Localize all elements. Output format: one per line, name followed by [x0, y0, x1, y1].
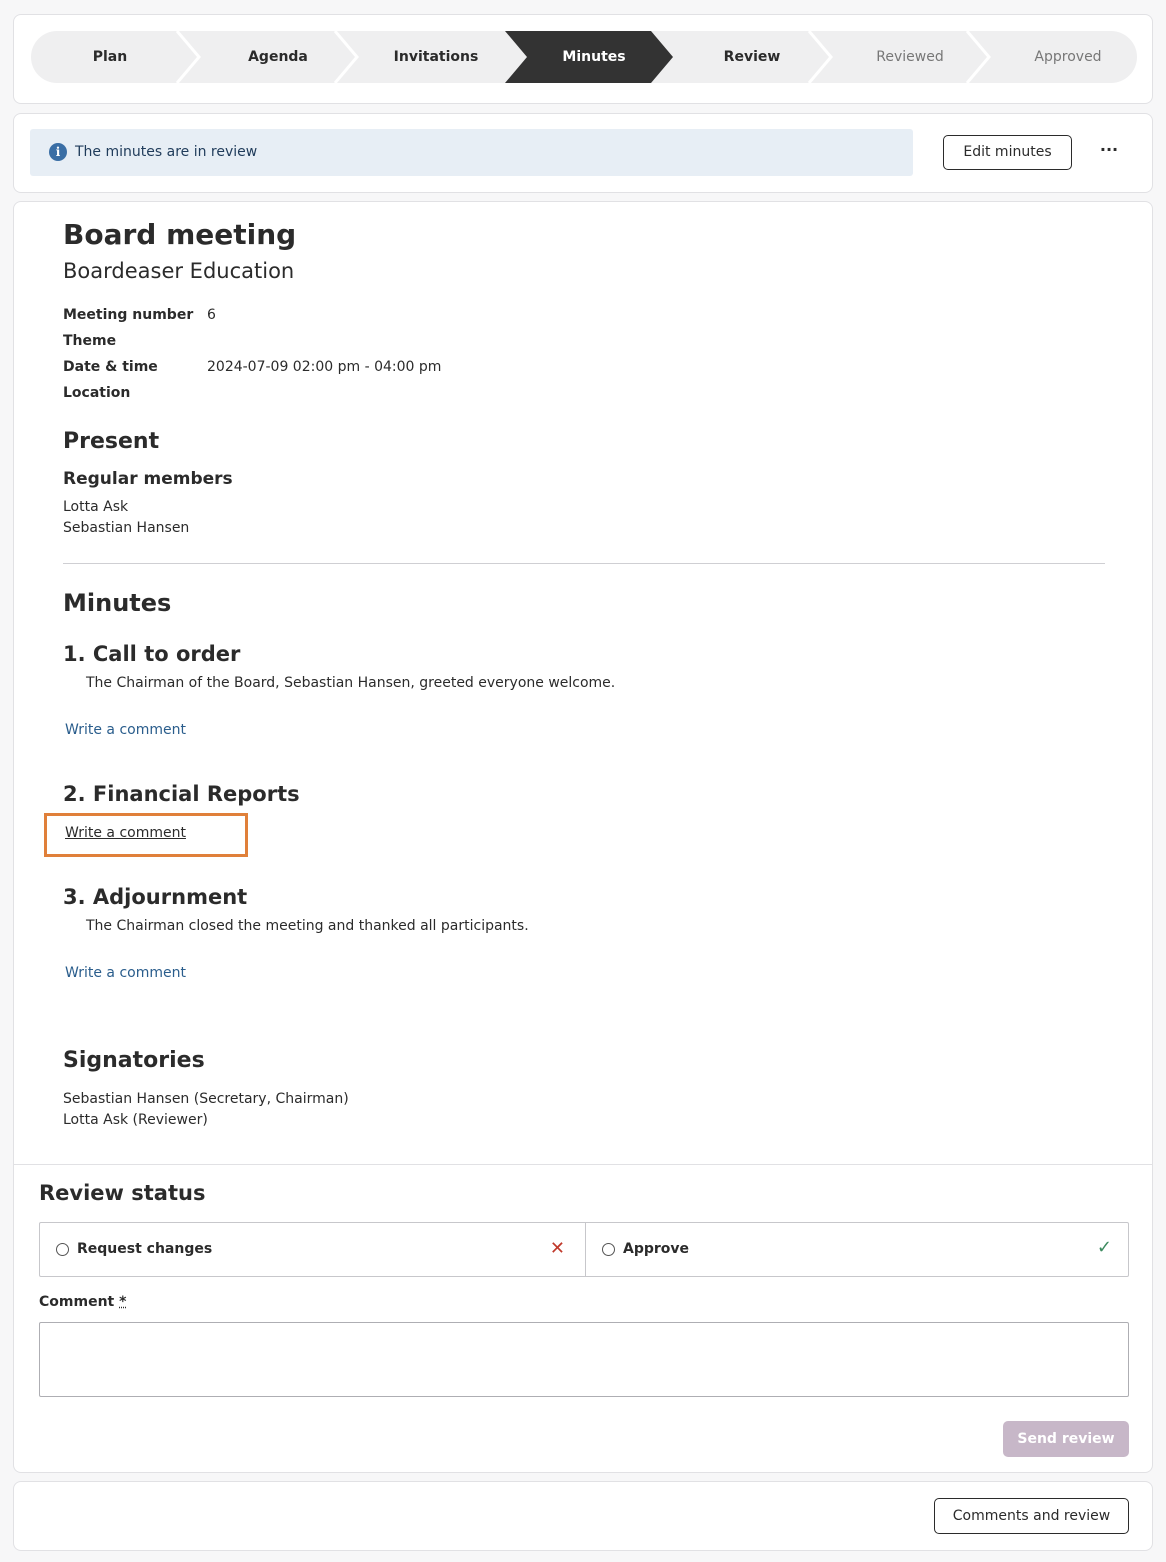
close-icon: ✕	[549, 1238, 565, 1259]
meta-value-date-time: 2024-07-09 02:00 pm - 04:00 pm	[207, 359, 442, 375]
agenda-item-body: The Chairman closed the meeting and than…	[86, 918, 529, 934]
agenda-item-title: 1. Call to order	[63, 642, 241, 666]
comments-and-review-button[interactable]: Comments and review	[934, 1498, 1129, 1534]
step-reviewed[interactable]: Reviewed	[831, 31, 989, 83]
present-heading: Present	[63, 429, 160, 454]
request-changes-label: Request changes	[77, 1241, 213, 1257]
info-banner: i The minutes are in review	[30, 129, 913, 176]
step-minutes[interactable]: Minutes	[515, 31, 673, 83]
checkmark-icon: ✓	[1096, 1237, 1112, 1258]
member-name: Sebastian Hansen	[63, 520, 190, 536]
info-icon: i	[49, 143, 67, 161]
minutes-document: Board meeting Boardeaser Education Meeti…	[13, 201, 1153, 1473]
review-divider	[14, 1164, 1152, 1165]
footer-card: Comments and review	[13, 1481, 1153, 1551]
meta-label-date-time: Date & time	[63, 359, 158, 375]
write-comment-link-item-3[interactable]: Write a comment	[65, 965, 186, 981]
write-comment-link-item-2[interactable]: Write a comment	[65, 825, 186, 841]
step-agenda[interactable]: Agenda	[199, 31, 357, 83]
status-bar-card: i The minutes are in review Edit minutes…	[13, 113, 1153, 193]
workflow-stepper-card: Plan Agenda Invitations Minutes Review Review…	[13, 14, 1153, 104]
meta-value-meeting-number: 6	[207, 307, 216, 323]
signatory-name: Sebastian Hansen (Secretary, Chairman)	[63, 1091, 349, 1107]
step-approved[interactable]: Approved	[989, 31, 1147, 83]
member-name: Lotta Ask	[63, 499, 129, 515]
send-review-button[interactable]: Send review	[1003, 1421, 1129, 1457]
meta-label-meeting-number: Meeting number	[63, 307, 194, 323]
approve-label: Approve	[623, 1241, 690, 1257]
review-options: Request changes ✕ Approve ✓	[39, 1222, 1129, 1277]
minutes-heading: Minutes	[63, 589, 172, 617]
info-message: The minutes are in review	[75, 144, 258, 160]
edit-minutes-button[interactable]: Edit minutes	[943, 135, 1072, 170]
agenda-item-title: 2. Financial Reports	[63, 782, 300, 806]
required-mark: *	[119, 1294, 127, 1310]
request-changes-option[interactable]: Request changes ✕	[40, 1223, 585, 1276]
workflow-stepper: Plan Agenda Invitations Minutes Review Review…	[31, 31, 1137, 83]
agenda-item-body: The Chairman of the Board, Sebastian Han…	[86, 675, 616, 691]
write-comment-link-item-1[interactable]: Write a comment	[65, 722, 186, 738]
approve-option[interactable]: Approve ✓	[585, 1223, 1130, 1276]
approve-radio[interactable]	[602, 1243, 615, 1256]
review-status-heading: Review status	[39, 1181, 206, 1205]
step-review[interactable]: Review	[673, 31, 831, 83]
more-options-icon[interactable]: ···	[1097, 140, 1121, 164]
meeting-title: Board meeting	[63, 218, 297, 251]
section-divider	[63, 563, 1105, 564]
comment-label: Comment *	[39, 1294, 126, 1310]
signatory-name: Lotta Ask (Reviewer)	[63, 1112, 208, 1128]
comment-textarea[interactable]	[39, 1322, 1129, 1397]
comment-label-text: Comment	[39, 1294, 115, 1310]
regular-members-heading: Regular members	[63, 469, 233, 489]
agenda-item-title: 3. Adjournment	[63, 885, 248, 909]
signatories-heading: Signatories	[63, 1048, 205, 1073]
step-plan[interactable]: Plan	[31, 31, 189, 83]
step-invitations[interactable]: Invitations	[357, 31, 515, 83]
request-changes-radio[interactable]	[56, 1243, 69, 1256]
organization-name: Boardeaser Education	[63, 259, 295, 283]
meta-label-location: Location	[63, 385, 131, 401]
meta-label-theme: Theme	[63, 333, 117, 349]
